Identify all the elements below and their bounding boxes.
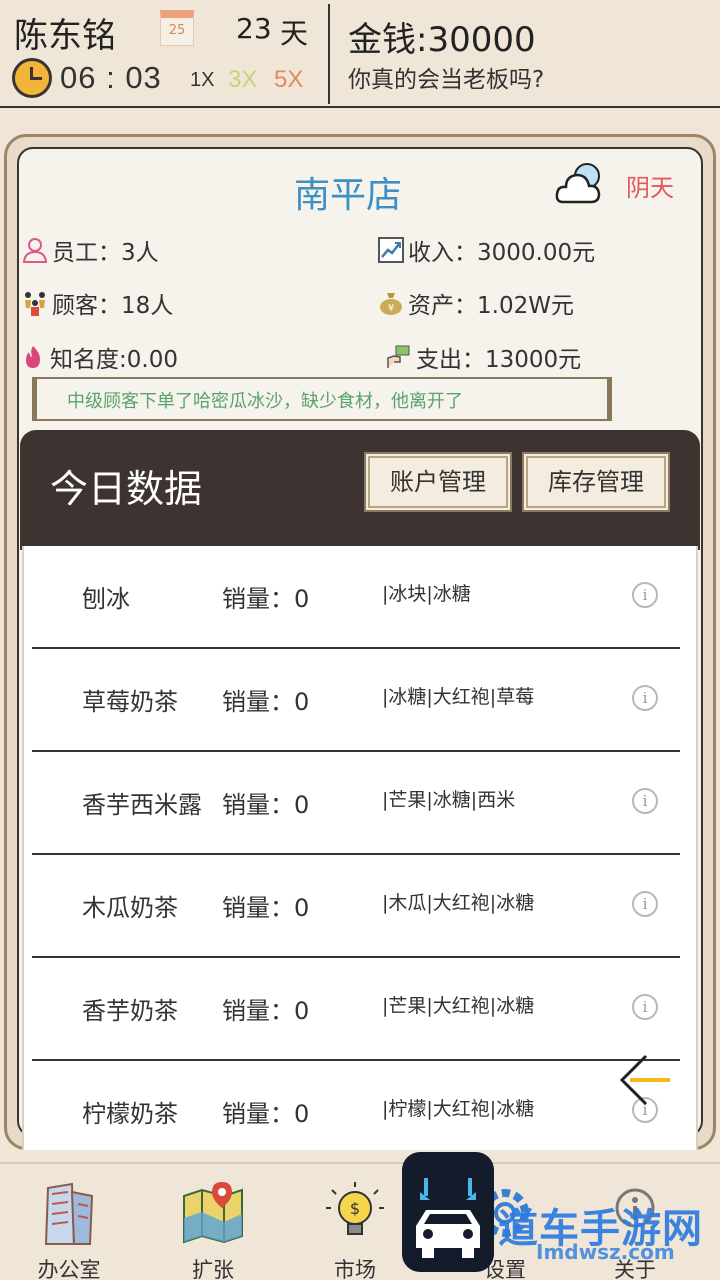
product-ingredients: |冰糖|大红袍|草莓 <box>382 686 535 708</box>
info-icon[interactable]: i <box>632 685 658 711</box>
watermark-url: Imdwsz.com <box>536 1240 675 1264</box>
svg-text:$: $ <box>350 1199 360 1218</box>
product-ingredients: |柠檬|大红袍|冰糖 <box>382 1098 535 1120</box>
car-icon <box>416 1178 480 1258</box>
product-sales: 销量：0 <box>222 894 310 922</box>
money-display: 金钱:30000 <box>348 20 536 60</box>
floating-app-icon[interactable] <box>402 1152 494 1272</box>
product-name: 木瓜奶茶 <box>82 894 178 922</box>
today-data-header: 今日数据 账户管理 库存管理 <box>20 430 700 550</box>
product-name: 刨冰 <box>82 585 130 613</box>
product-row[interactable]: 柠檬奶茶 销量：0 |柠檬|大红袍|冰糖 i <box>32 1061 680 1150</box>
product-row[interactable]: 香芋西米露 销量：0 |芒果|冰糖|西米 i <box>32 752 680 855</box>
stat-staff: 员工：3人 <box>22 233 159 267</box>
chart-up-icon <box>378 237 404 263</box>
product-ingredients: |芒果|大红袍|冰糖 <box>382 995 535 1017</box>
slogan: 你真的会当老板吗? <box>348 67 545 93</box>
stat-customers-text: 顾客：18人 <box>52 293 174 319</box>
inventory-management-button[interactable]: 库存管理 <box>522 452 670 512</box>
customers-icon <box>25 292 45 316</box>
office-building-icon <box>44 1182 94 1245</box>
info-icon[interactable]: i <box>632 994 658 1020</box>
product-sales: 销量：0 <box>222 791 310 819</box>
nav-market-label: 市场 <box>334 1258 376 1280</box>
product-name: 草莓奶茶 <box>82 688 178 716</box>
stat-income: 收入：3000.00元 <box>378 233 595 267</box>
money-bag-icon: ¥ <box>380 293 402 315</box>
stat-assets: ¥ 资产：1.02W元 <box>378 286 574 320</box>
player-name: 陈东铭 <box>14 16 116 56</box>
product-sales: 销量：0 <box>222 1100 310 1128</box>
calendar-day: 25 <box>168 23 186 38</box>
product-sales: 销量：0 <box>222 997 310 1025</box>
nav-office[interactable]: 办公室 <box>14 1178 124 1280</box>
map-icon <box>183 1182 243 1244</box>
product-list[interactable]: 刨冰 销量：0 |冰块|冰糖 i 草莓奶茶 销量：0 |冰糖|大红袍|草莓 i … <box>22 546 698 1150</box>
lightbulb-icon: $ <box>326 1182 384 1235</box>
today-data-title: 今日数据 <box>50 467 203 511</box>
calendar-icon: 25 <box>160 10 194 46</box>
stat-staff-text: 员工：3人 <box>52 240 159 266</box>
stat-assets-text: 资产：1.02W元 <box>408 293 574 319</box>
info-icon[interactable]: i <box>632 582 658 608</box>
nav-expand[interactable]: 扩张 <box>158 1178 268 1280</box>
back-arrow-icon[interactable] <box>616 1052 676 1108</box>
product-sales: 销量：0 <box>222 688 310 716</box>
clock-icon <box>12 58 52 98</box>
product-ingredients: |木瓜|大红袍|冰糖 <box>382 892 535 914</box>
stat-income-text: 收入：3000.00元 <box>408 240 596 266</box>
stat-expense: 支出：13000元 <box>386 340 581 374</box>
product-name: 香芋西米露 <box>82 791 202 819</box>
top-bar: 陈东铭 25 23 天 06 : 03 1X 3X 5X 金钱:30000 你真… <box>0 0 720 108</box>
event-notice: 中级顾客下单了哈密瓜冰沙，缺少食材，他离开了 <box>32 377 612 421</box>
product-name: 香芋奶茶 <box>82 997 178 1025</box>
today-data-panel: 今日数据 账户管理 库存管理 刨冰 销量：0 |冰块|冰糖 i 草莓奶茶 销量：… <box>20 430 700 1150</box>
flame-icon <box>26 346 40 368</box>
product-row[interactable]: 刨冰 销量：0 |冰块|冰糖 i <box>32 546 680 649</box>
stat-customers: 顾客：18人 <box>22 286 173 320</box>
stat-expense-text: 支出：13000元 <box>416 347 582 373</box>
speed-5x-button[interactable]: 5X <box>274 66 303 94</box>
clock-time: 06 : 03 <box>60 60 162 95</box>
svg-text:¥: ¥ <box>388 303 394 314</box>
nav-office-label: 办公室 <box>37 1258 101 1280</box>
cloud-icon <box>555 163 601 204</box>
speed-1x-button[interactable]: 1X <box>190 69 214 92</box>
product-sales: 销量：0 <box>222 585 310 613</box>
stat-fame-text: 知名度:0.00 <box>50 347 178 373</box>
product-name: 柠檬奶茶 <box>82 1100 178 1128</box>
product-row[interactable]: 草莓奶茶 销量：0 |冰糖|大红袍|草莓 i <box>32 649 680 752</box>
product-row[interactable]: 木瓜奶茶 销量：0 |木瓜|大红袍|冰糖 i <box>32 855 680 958</box>
account-management-button[interactable]: 账户管理 <box>364 452 512 512</box>
weather-label: 阴天 <box>626 174 674 202</box>
nav-market[interactable]: $ 市场 <box>300 1178 410 1280</box>
speed-3x-button[interactable]: 3X <box>228 66 257 94</box>
product-row[interactable]: 香芋奶茶 销量：0 |芒果|大红袍|冰糖 i <box>32 958 680 1061</box>
day-count: 23 <box>236 12 272 45</box>
product-ingredients: |芒果|冰糖|西米 <box>382 789 516 811</box>
day-unit: 天 <box>280 17 309 50</box>
person-icon <box>22 238 48 263</box>
cash-out-icon <box>387 345 410 368</box>
info-icon[interactable]: i <box>632 891 658 917</box>
nav-expand-label: 扩张 <box>192 1258 234 1280</box>
product-ingredients: |冰块|冰糖 <box>382 583 471 605</box>
stat-fame: 知名度:0.00 <box>20 340 178 374</box>
info-icon[interactable]: i <box>632 788 658 814</box>
header-divider <box>328 4 330 104</box>
